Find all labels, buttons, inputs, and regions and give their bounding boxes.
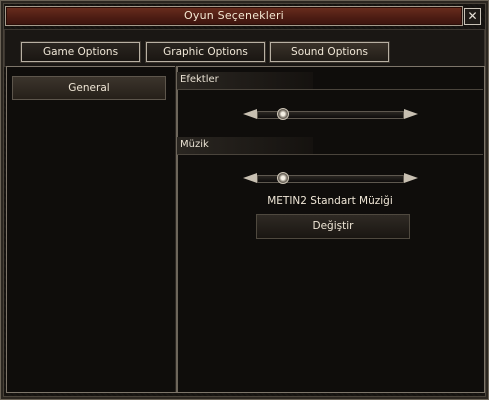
tab-sound-options[interactable]: Sound Options [269,41,390,63]
slider-left-arrow-icon[interactable] [243,173,257,183]
change-music-button[interactable]: Değiştir [256,214,410,239]
current-music-track: METIN2 Standart Müziği [267,195,393,207]
music-divider [177,154,483,155]
music-section-label: Müzik [177,137,313,155]
slider-right-arrow-icon[interactable] [404,173,418,183]
title-bar[interactable]: Oyun Seçenekleri [5,6,463,26]
slider-right-arrow-icon[interactable] [404,109,418,119]
sidebar-item-general[interactable]: General [12,76,166,100]
effects-volume-slider[interactable] [243,108,418,120]
window-title: Oyun Seçenekleri [184,9,284,22]
effects-divider [177,89,483,90]
effects-section-label: Efektler [177,72,313,90]
close-button[interactable]: ✕ [464,8,481,25]
music-volume-slider[interactable] [243,172,418,184]
panel-divider [175,66,178,392]
tab-game-options[interactable]: Game Options [20,41,141,63]
tab-graphic-options[interactable]: Graphic Options [145,41,266,63]
slider-left-arrow-icon[interactable] [243,109,257,119]
